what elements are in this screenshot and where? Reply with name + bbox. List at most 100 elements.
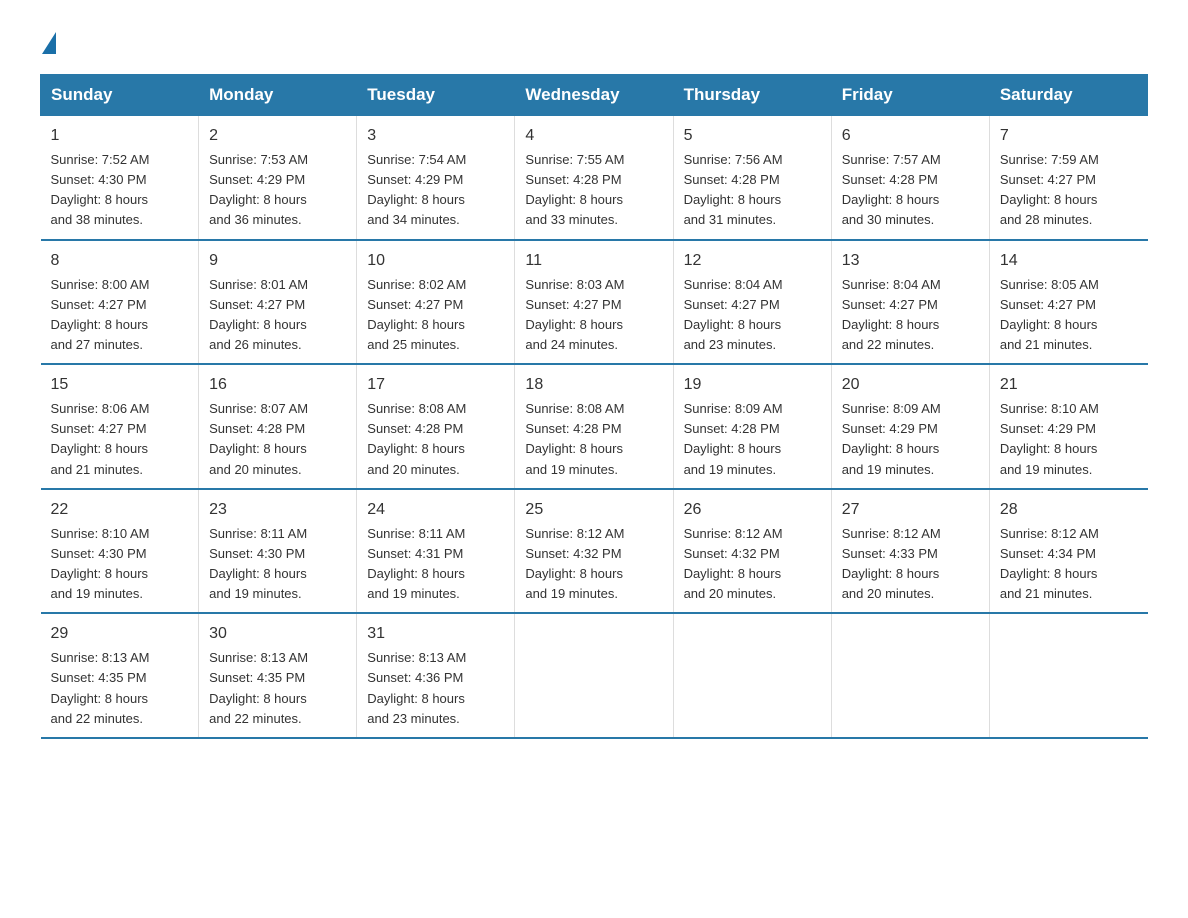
day-number: 28	[1000, 498, 1138, 522]
day-info: Sunrise: 8:02 AMSunset: 4:27 PMDaylight:…	[367, 275, 504, 356]
calendar-cell: 21Sunrise: 8:10 AMSunset: 4:29 PMDayligh…	[989, 364, 1147, 489]
calendar-cell: 16Sunrise: 8:07 AMSunset: 4:28 PMDayligh…	[199, 364, 357, 489]
day-info: Sunrise: 7:52 AMSunset: 4:30 PMDaylight:…	[51, 150, 189, 231]
day-number: 18	[525, 373, 662, 397]
calendar-week-row: 15Sunrise: 8:06 AMSunset: 4:27 PMDayligh…	[41, 364, 1148, 489]
calendar-cell: 4Sunrise: 7:55 AMSunset: 4:28 PMDaylight…	[515, 116, 673, 240]
day-number: 11	[525, 249, 662, 273]
calendar-cell: 30Sunrise: 8:13 AMSunset: 4:35 PMDayligh…	[199, 613, 357, 738]
day-info: Sunrise: 7:53 AMSunset: 4:29 PMDaylight:…	[209, 150, 346, 231]
day-info: Sunrise: 7:54 AMSunset: 4:29 PMDaylight:…	[367, 150, 504, 231]
day-number: 19	[684, 373, 821, 397]
day-number: 6	[842, 124, 979, 148]
calendar-cell: 9Sunrise: 8:01 AMSunset: 4:27 PMDaylight…	[199, 240, 357, 365]
day-info: Sunrise: 8:01 AMSunset: 4:27 PMDaylight:…	[209, 275, 346, 356]
day-info: Sunrise: 8:09 AMSunset: 4:29 PMDaylight:…	[842, 399, 979, 480]
day-number: 10	[367, 249, 504, 273]
day-info: Sunrise: 8:13 AMSunset: 4:35 PMDaylight:…	[209, 648, 346, 729]
day-number: 13	[842, 249, 979, 273]
calendar-week-row: 8Sunrise: 8:00 AMSunset: 4:27 PMDaylight…	[41, 240, 1148, 365]
day-number: 9	[209, 249, 346, 273]
day-info: Sunrise: 8:08 AMSunset: 4:28 PMDaylight:…	[367, 399, 504, 480]
day-info: Sunrise: 8:13 AMSunset: 4:36 PMDaylight:…	[367, 648, 504, 729]
calendar-week-row: 1Sunrise: 7:52 AMSunset: 4:30 PMDaylight…	[41, 116, 1148, 240]
calendar-cell: 3Sunrise: 7:54 AMSunset: 4:29 PMDaylight…	[357, 116, 515, 240]
calendar-cell: 15Sunrise: 8:06 AMSunset: 4:27 PMDayligh…	[41, 364, 199, 489]
day-info: Sunrise: 8:08 AMSunset: 4:28 PMDaylight:…	[525, 399, 662, 480]
day-number: 7	[1000, 124, 1138, 148]
day-number: 3	[367, 124, 504, 148]
calendar-cell	[673, 613, 831, 738]
calendar-cell: 29Sunrise: 8:13 AMSunset: 4:35 PMDayligh…	[41, 613, 199, 738]
day-info: Sunrise: 8:10 AMSunset: 4:30 PMDaylight:…	[51, 524, 189, 605]
day-info: Sunrise: 8:11 AMSunset: 4:30 PMDaylight:…	[209, 524, 346, 605]
calendar-cell: 11Sunrise: 8:03 AMSunset: 4:27 PMDayligh…	[515, 240, 673, 365]
calendar-week-row: 29Sunrise: 8:13 AMSunset: 4:35 PMDayligh…	[41, 613, 1148, 738]
day-info: Sunrise: 8:09 AMSunset: 4:28 PMDaylight:…	[684, 399, 821, 480]
day-number: 16	[209, 373, 346, 397]
day-info: Sunrise: 8:12 AMSunset: 4:34 PMDaylight:…	[1000, 524, 1138, 605]
day-info: Sunrise: 7:55 AMSunset: 4:28 PMDaylight:…	[525, 150, 662, 231]
calendar-cell: 1Sunrise: 7:52 AMSunset: 4:30 PMDaylight…	[41, 116, 199, 240]
day-info: Sunrise: 8:12 AMSunset: 4:32 PMDaylight:…	[525, 524, 662, 605]
calendar-cell	[831, 613, 989, 738]
calendar-week-row: 22Sunrise: 8:10 AMSunset: 4:30 PMDayligh…	[41, 489, 1148, 614]
day-number: 5	[684, 124, 821, 148]
logo	[40, 30, 56, 54]
calendar-cell: 7Sunrise: 7:59 AMSunset: 4:27 PMDaylight…	[989, 116, 1147, 240]
day-info: Sunrise: 8:10 AMSunset: 4:29 PMDaylight:…	[1000, 399, 1138, 480]
day-number: 31	[367, 622, 504, 646]
calendar-cell: 14Sunrise: 8:05 AMSunset: 4:27 PMDayligh…	[989, 240, 1147, 365]
page-header	[40, 30, 1148, 54]
day-number: 24	[367, 498, 504, 522]
calendar-cell: 26Sunrise: 8:12 AMSunset: 4:32 PMDayligh…	[673, 489, 831, 614]
day-number: 27	[842, 498, 979, 522]
calendar-cell: 10Sunrise: 8:02 AMSunset: 4:27 PMDayligh…	[357, 240, 515, 365]
calendar-cell: 23Sunrise: 8:11 AMSunset: 4:30 PMDayligh…	[199, 489, 357, 614]
day-number: 4	[525, 124, 662, 148]
day-number: 23	[209, 498, 346, 522]
day-info: Sunrise: 8:00 AMSunset: 4:27 PMDaylight:…	[51, 275, 189, 356]
calendar-cell: 28Sunrise: 8:12 AMSunset: 4:34 PMDayligh…	[989, 489, 1147, 614]
day-number: 21	[1000, 373, 1138, 397]
day-number: 20	[842, 373, 979, 397]
day-info: Sunrise: 8:04 AMSunset: 4:27 PMDaylight:…	[842, 275, 979, 356]
day-info: Sunrise: 8:06 AMSunset: 4:27 PMDaylight:…	[51, 399, 189, 480]
calendar-cell: 22Sunrise: 8:10 AMSunset: 4:30 PMDayligh…	[41, 489, 199, 614]
day-info: Sunrise: 8:13 AMSunset: 4:35 PMDaylight:…	[51, 648, 189, 729]
day-number: 22	[51, 498, 189, 522]
calendar-cell: 27Sunrise: 8:12 AMSunset: 4:33 PMDayligh…	[831, 489, 989, 614]
calendar-cell: 13Sunrise: 8:04 AMSunset: 4:27 PMDayligh…	[831, 240, 989, 365]
calendar-cell: 31Sunrise: 8:13 AMSunset: 4:36 PMDayligh…	[357, 613, 515, 738]
header-monday: Monday	[199, 75, 357, 116]
day-number: 12	[684, 249, 821, 273]
calendar-cell: 12Sunrise: 8:04 AMSunset: 4:27 PMDayligh…	[673, 240, 831, 365]
calendar-cell: 24Sunrise: 8:11 AMSunset: 4:31 PMDayligh…	[357, 489, 515, 614]
calendar-cell: 25Sunrise: 8:12 AMSunset: 4:32 PMDayligh…	[515, 489, 673, 614]
header-saturday: Saturday	[989, 75, 1147, 116]
day-info: Sunrise: 7:56 AMSunset: 4:28 PMDaylight:…	[684, 150, 821, 231]
calendar-cell: 17Sunrise: 8:08 AMSunset: 4:28 PMDayligh…	[357, 364, 515, 489]
day-info: Sunrise: 8:11 AMSunset: 4:31 PMDaylight:…	[367, 524, 504, 605]
day-number: 30	[209, 622, 346, 646]
calendar-cell: 2Sunrise: 7:53 AMSunset: 4:29 PMDaylight…	[199, 116, 357, 240]
day-number: 15	[51, 373, 189, 397]
header-wednesday: Wednesday	[515, 75, 673, 116]
day-info: Sunrise: 7:57 AMSunset: 4:28 PMDaylight:…	[842, 150, 979, 231]
header-friday: Friday	[831, 75, 989, 116]
calendar-cell: 5Sunrise: 7:56 AMSunset: 4:28 PMDaylight…	[673, 116, 831, 240]
calendar-cell: 19Sunrise: 8:09 AMSunset: 4:28 PMDayligh…	[673, 364, 831, 489]
header-tuesday: Tuesday	[357, 75, 515, 116]
day-info: Sunrise: 7:59 AMSunset: 4:27 PMDaylight:…	[1000, 150, 1138, 231]
day-info: Sunrise: 8:04 AMSunset: 4:27 PMDaylight:…	[684, 275, 821, 356]
day-info: Sunrise: 8:12 AMSunset: 4:32 PMDaylight:…	[684, 524, 821, 605]
day-info: Sunrise: 8:05 AMSunset: 4:27 PMDaylight:…	[1000, 275, 1138, 356]
day-number: 17	[367, 373, 504, 397]
day-info: Sunrise: 8:07 AMSunset: 4:28 PMDaylight:…	[209, 399, 346, 480]
day-number: 1	[51, 124, 189, 148]
calendar-cell	[515, 613, 673, 738]
day-info: Sunrise: 8:12 AMSunset: 4:33 PMDaylight:…	[842, 524, 979, 605]
day-info: Sunrise: 8:03 AMSunset: 4:27 PMDaylight:…	[525, 275, 662, 356]
logo-triangle-icon	[42, 32, 56, 54]
day-number: 26	[684, 498, 821, 522]
